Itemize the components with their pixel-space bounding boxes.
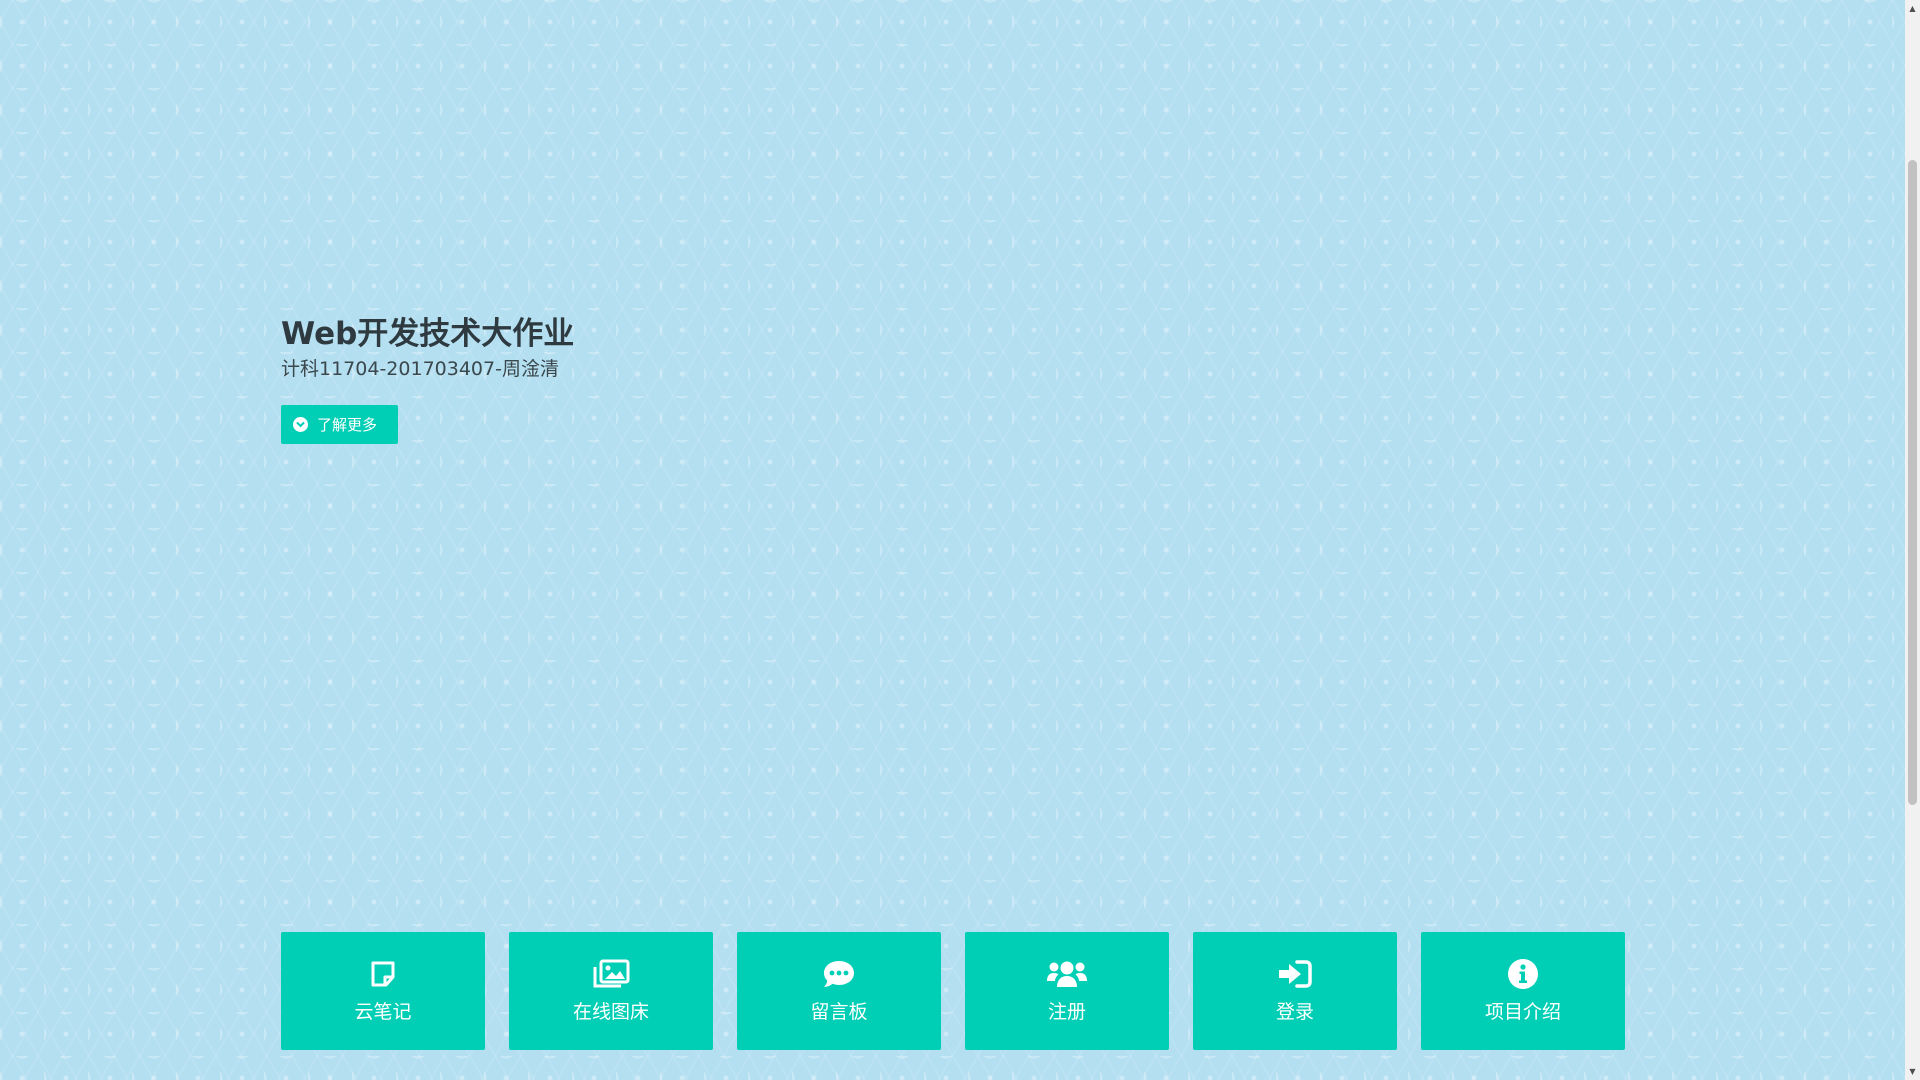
tile-image-hosting[interactable]: 在线图床 xyxy=(509,932,713,1050)
tile-label: 项目介绍 xyxy=(1484,1001,1561,1023)
tile-label: 留言板 xyxy=(810,1001,868,1023)
tile-message-board[interactable]: 留言板 xyxy=(737,932,941,1050)
page-background: Web开发技术大作业 计科11704-201703407-周淦清 了解更多 云笔… xyxy=(0,0,1905,1080)
info-circle-icon xyxy=(1507,958,1539,990)
tile-project-intro[interactable]: 项目介绍 xyxy=(1421,932,1625,1050)
tile-label: 注册 xyxy=(1047,1001,1086,1023)
sticky-note-icon xyxy=(369,958,397,990)
users-icon xyxy=(1046,958,1088,990)
tile-register[interactable]: 注册 xyxy=(965,932,1169,1050)
sign-in-icon xyxy=(1277,958,1313,990)
feature-tiles: 云笔记 在线图床 留言板 注册 登录 项目介绍 xyxy=(281,932,1625,1050)
learn-more-button[interactable]: 了解更多 xyxy=(281,405,398,444)
tile-label: 在线图床 xyxy=(572,1001,649,1023)
tile-login[interactable]: 登录 xyxy=(1193,932,1397,1050)
chevron-down-circle-icon xyxy=(293,417,308,432)
page-title: Web开发技术大作业 xyxy=(281,316,575,352)
tile-cloud-notes[interactable]: 云笔记 xyxy=(281,932,485,1050)
tile-label: 云笔记 xyxy=(354,1001,412,1023)
comment-dots-icon xyxy=(822,958,856,990)
vertical-scrollbar[interactable]: ▲ ▼ xyxy=(1905,0,1920,1080)
tile-label: 登录 xyxy=(1275,1001,1314,1023)
scrollbar-thumb[interactable] xyxy=(1908,160,1917,805)
images-icon xyxy=(592,958,630,990)
hero-section: Web开发技术大作业 计科11704-201703407-周淦清 了解更多 xyxy=(281,312,575,444)
scroll-up-arrow-icon[interactable]: ▲ xyxy=(1905,0,1920,17)
page-subtitle: 计科11704-201703407-周淦清 xyxy=(281,358,559,380)
scroll-down-arrow-icon[interactable]: ▼ xyxy=(1905,1063,1920,1080)
learn-more-label: 了解更多 xyxy=(317,416,378,434)
